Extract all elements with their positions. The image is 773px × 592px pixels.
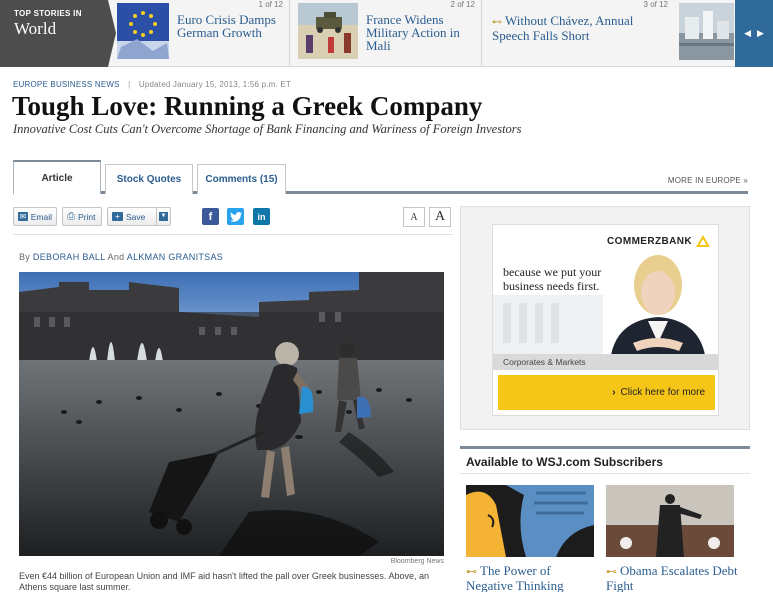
tab-comments[interactable]: Comments (15) bbox=[197, 164, 286, 194]
printer-icon: ⎙ bbox=[67, 211, 75, 222]
bullet-icon: ⊷ bbox=[492, 17, 502, 28]
chevron-down-icon[interactable]: ▼ bbox=[156, 208, 170, 225]
linkedin-icon[interactable]: in bbox=[253, 208, 270, 225]
top-stories-label-arrow bbox=[108, 0, 116, 67]
subscriber-story-link[interactable]: ⊷ Obama Escalates Debt Fight bbox=[606, 564, 741, 592]
chevron-left-icon[interactable]: ◀ bbox=[744, 28, 751, 39]
article-tabs: Article Stock Quotes Comments (15) MORE … bbox=[13, 160, 748, 194]
plus-icon: + bbox=[112, 212, 123, 221]
updated-timestamp: Updated January 15, 2013, 1:56 p.m. ET bbox=[138, 80, 291, 89]
ad-brand: COMMERZBANK bbox=[607, 235, 710, 247]
story-headline[interactable]: France Widens Military Action in Mali bbox=[366, 13, 476, 52]
save-label: Save bbox=[126, 211, 146, 222]
story-count: 3 of 12 bbox=[643, 0, 668, 9]
save-button[interactable]: + Save ▼ bbox=[107, 207, 171, 226]
story-headline[interactable]: ⊷ Without Chávez, Annual Speech Falls Sh… bbox=[492, 14, 652, 42]
font-decrease-button[interactable]: A bbox=[403, 207, 425, 227]
story-count: 2 of 12 bbox=[450, 0, 475, 9]
article-title: Tough Love: Running a Greek Company bbox=[12, 91, 483, 121]
bullet-icon: ⊷ bbox=[466, 566, 477, 578]
tab-article[interactable]: Article bbox=[13, 160, 101, 194]
top-stories-label: TOP STORIES IN World bbox=[0, 0, 108, 67]
subscribers-title: Available to WSJ.com Subscribers bbox=[466, 455, 663, 469]
top-story-2[interactable]: 2 of 12 France Widens Military Action in… bbox=[290, 0, 482, 67]
ad-cta-button[interactable]: › Click here for more bbox=[498, 375, 715, 410]
story-count: 1 of 12 bbox=[258, 0, 283, 9]
top-stories-strip: TOP STORIES IN World 1 of 12 Euro Crisis… bbox=[0, 0, 773, 67]
article-meta: EUROPE BUSINESS NEWS | Updated January 1… bbox=[13, 80, 291, 89]
chevron-right-icon: › bbox=[612, 387, 616, 398]
author-link[interactable]: DEBORAH BALL bbox=[33, 252, 105, 262]
email-label: Email bbox=[30, 211, 52, 222]
commerzbank-ad[interactable]: COMMERZBANK because we put your business… bbox=[492, 224, 719, 416]
chevron-right-icon[interactable]: ▶ bbox=[757, 28, 764, 39]
subscriber-story-image[interactable] bbox=[606, 485, 734, 557]
facebook-icon[interactable]: f bbox=[202, 208, 219, 225]
print-button[interactable]: ⎙ Print bbox=[62, 207, 102, 226]
top-stories-label-small: TOP STORIES IN bbox=[14, 9, 82, 18]
story-thumbnail[interactable] bbox=[679, 3, 734, 60]
meta-separator: | bbox=[128, 80, 131, 89]
top-stories-pager[interactable]: ◀ ▶ bbox=[735, 0, 773, 67]
subscribers-box: Available to WSJ.com Subscribers ⊷ The Po… bbox=[460, 446, 750, 592]
ad-cta-label: Click here for more bbox=[620, 387, 705, 398]
tab-stock-quotes[interactable]: Stock Quotes bbox=[105, 164, 193, 194]
print-label: Print bbox=[78, 211, 96, 222]
article-photo bbox=[19, 272, 444, 556]
bullet-icon: ⊷ bbox=[606, 566, 617, 578]
subscriber-story-title: Obama Escalates Debt Fight bbox=[606, 563, 738, 592]
story-headline[interactable]: Euro Crisis Damps German Growth bbox=[177, 13, 287, 39]
ad-tagline: because we put your business needs first… bbox=[503, 265, 602, 293]
section-link[interactable]: EUROPE BUSINESS NEWS bbox=[13, 80, 120, 89]
top-story-1[interactable]: 1 of 12 Euro Crisis Damps German Growth bbox=[117, 0, 290, 67]
author-link[interactable]: ALKMAN GRANITSAS bbox=[127, 252, 223, 262]
commerzbank-logo-icon bbox=[696, 235, 710, 247]
story-headline-text: Without Chávez, Annual Speech Falls Shor… bbox=[492, 13, 634, 43]
email-button[interactable]: ✉ Email bbox=[13, 207, 57, 226]
advertisement-container: COMMERZBANK because we put your business… bbox=[460, 206, 750, 430]
twitter-icon[interactable] bbox=[227, 208, 244, 225]
envelope-icon: ✉ bbox=[18, 212, 28, 221]
divider bbox=[460, 473, 750, 474]
byline: By DEBORAH BALL And ALKMAN GRANITSAS bbox=[19, 252, 223, 262]
story-thumbnail[interactable] bbox=[117, 3, 169, 59]
photo-caption: Even €44 billion of European Union and I… bbox=[19, 571, 429, 592]
byline-and: And bbox=[107, 252, 125, 262]
photo-credit: Bloomberg News bbox=[390, 558, 444, 565]
ad-brand-name: COMMERZBANK bbox=[607, 235, 692, 247]
subscriber-story-title: The Power of Negative Thinking bbox=[466, 563, 564, 592]
byline-prefix: By bbox=[19, 252, 31, 262]
ad-band: Corporates & Markets bbox=[493, 354, 718, 370]
story-thumbnail[interactable] bbox=[298, 3, 358, 59]
top-stories-label-region: World bbox=[14, 19, 57, 38]
article-deck: Innovative Cost Cuts Can't Overcome Shor… bbox=[13, 122, 522, 136]
article-toolbar: ✉ Email ⎙ Print + Save ▼ f in A A bbox=[13, 205, 453, 235]
top-story-3[interactable]: 3 of 12 ⊷ Without Chávez, Annual Speech … bbox=[482, 0, 674, 67]
font-increase-button[interactable]: A bbox=[429, 207, 451, 227]
more-in-europe-link[interactable]: MORE IN EUROPE » bbox=[668, 176, 748, 185]
subscriber-story-link[interactable]: ⊷ The Power of Negative Thinking bbox=[466, 564, 591, 592]
subscriber-story-image[interactable] bbox=[466, 485, 594, 557]
